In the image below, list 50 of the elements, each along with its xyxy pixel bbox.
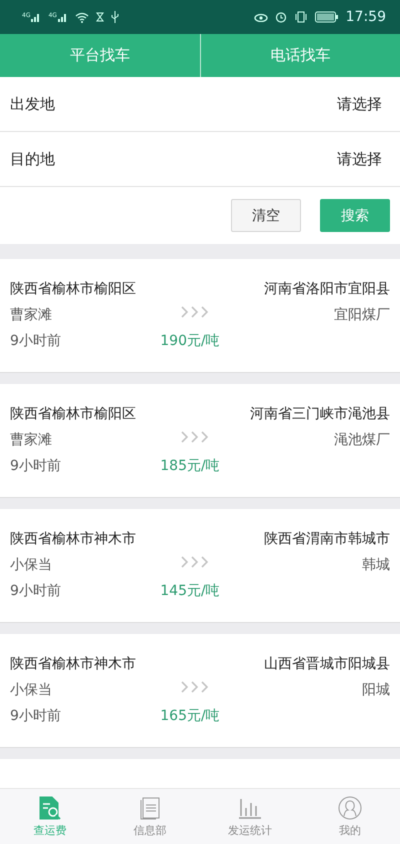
price-text: 190元/吨 (160, 332, 220, 351)
vibrate-icon (294, 11, 308, 23)
chevrons-icon (180, 305, 210, 319)
chevrons-icon (180, 680, 210, 694)
origin-text: 陕西省榆林市神木市 (10, 530, 137, 549)
origin-place: 小保当 (10, 556, 53, 575)
eye-icon (254, 12, 268, 22)
chevrons-icon (180, 430, 210, 444)
documents-icon (138, 796, 162, 820)
destination-place: 宜阳煤厂 (334, 306, 390, 325)
time-ago: 9小时前 (10, 707, 62, 726)
hourglass-icon (96, 12, 104, 22)
time-ago: 9小时前 (10, 457, 62, 476)
destination-text: 陕西省渭南市韩城市 (264, 530, 390, 549)
origin-place: 曹家滩 (10, 306, 53, 325)
signal-icon (58, 12, 68, 22)
origin-place: 曹家滩 (10, 431, 53, 450)
route-card[interactable]: 陕西省榆林市榆阳区 曹家滩 9小时前 185元/吨 河南省三门峡市渑池县 渑池煤厂 (0, 384, 400, 498)
destination-place: 渑池煤厂 (334, 431, 390, 450)
destination-text: 河南省三门峡市渑池县 (250, 405, 390, 424)
origin-place: 小保当 (10, 681, 53, 700)
time-ago: 9小时前 (10, 582, 62, 601)
origin-text: 陕西省榆林市榆阳区 (10, 280, 137, 299)
clear-button[interactable]: 清空 (231, 199, 301, 232)
signal-icon (31, 12, 42, 22)
user-icon (338, 796, 362, 820)
alarm-icon (274, 11, 287, 23)
price-text: 165元/吨 (160, 707, 220, 726)
select-field[interactable]: 请选择 (337, 150, 382, 168)
origin-text: 陕西省榆林市榆阳区 (10, 405, 137, 424)
usb-icon (110, 11, 119, 23)
destination-text: 河南省洛阳市宜阳县 (264, 280, 390, 299)
field-label: 目的地 (10, 150, 55, 168)
clock-time: 17:59 (346, 9, 386, 25)
price-text: 145元/吨 (160, 582, 220, 601)
route-card[interactable]: 陕西省榆林市神木市 小保当 9小时前 145元/吨 陕西省渭南市韩城市 韩城 (0, 509, 400, 623)
destination-place: 阳城 (362, 681, 390, 700)
document-search-icon (38, 796, 62, 820)
select-field[interactable]: 请选择 (337, 94, 382, 114)
wifi-icon (74, 12, 89, 22)
route-card[interactable]: 陕西省榆林市榆阳区 曹家滩 9小时前 190元/吨 河南省洛阳市宜阳县 宜阳煤厂 (0, 259, 400, 373)
destination-place: 韩城 (362, 556, 390, 575)
origin-text: 陕西省榆林市神木市 (10, 655, 137, 674)
field-label: 出发地 (10, 94, 55, 114)
battery-icon (314, 11, 339, 23)
destination-text: 山西省晋城市阳城县 (264, 655, 390, 674)
time-ago: 9小时前 (10, 332, 62, 351)
chevrons-icon (180, 555, 210, 569)
route-card[interactable]: 陕西省榆林市神木市 小保当 9小时前 165元/吨 山西省晋城市阳城县 阳城 (0, 634, 400, 748)
price-text: 185元/吨 (160, 457, 220, 476)
